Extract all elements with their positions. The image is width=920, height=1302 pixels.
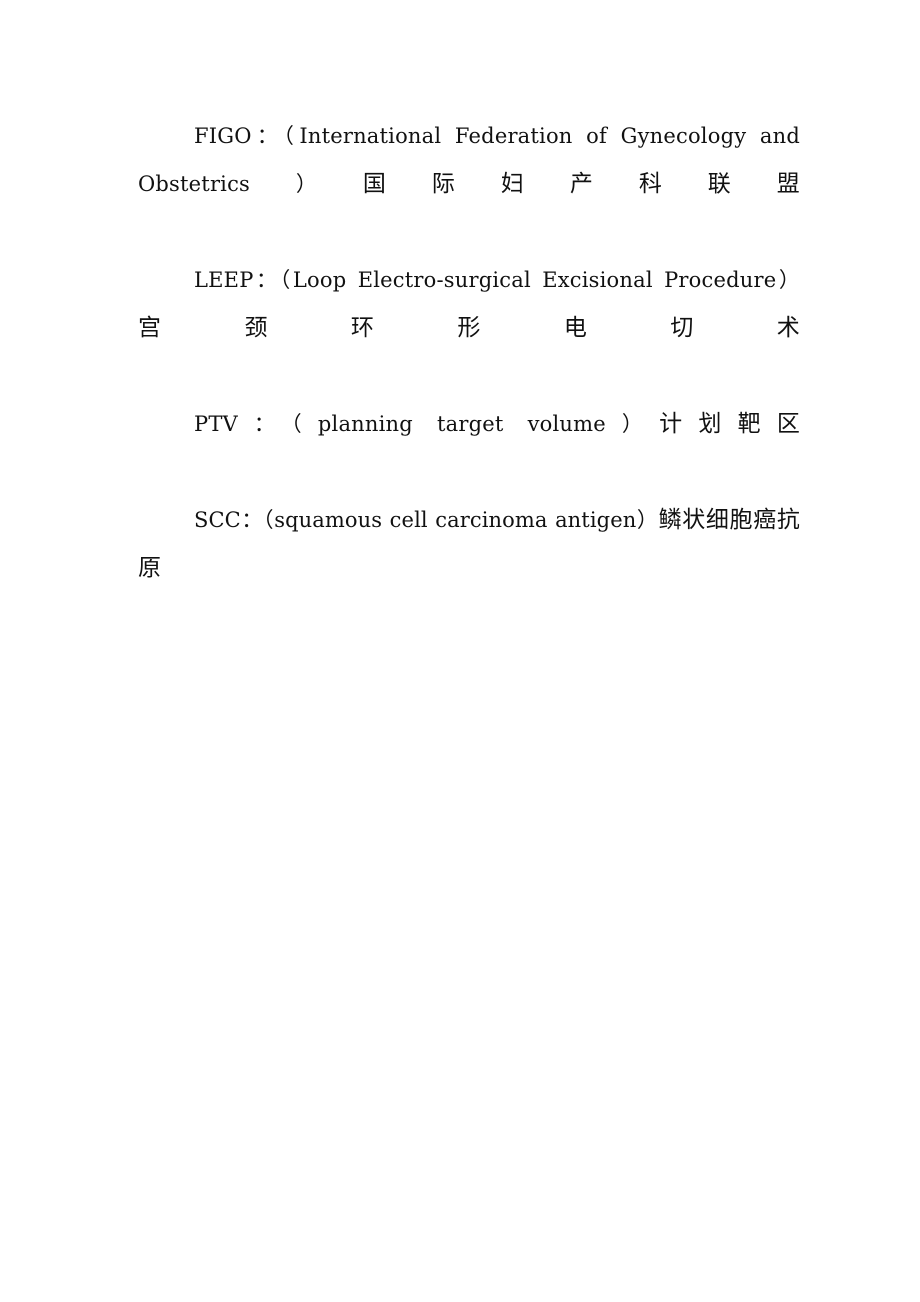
abbreviation-term: PTV [194,412,238,436]
close-paren-punctuation: ） [636,508,659,532]
close-paren-punctuation: ） [250,172,363,196]
open-paren-punctuation: （ [279,268,293,292]
abbreviation-translation: 宫颈环形电切术 [138,315,800,341]
abbreviation-entry-figo: FIGO：（International Federation of Gyneco… [138,112,800,256]
close-paren-punctuation: ） [776,268,801,292]
abbreviation-expansion: planning target volume [317,412,606,436]
colon-punctuation: ： [253,268,280,292]
colon-punctuation: ： [240,508,264,532]
abbreviation-entry-ptv: PTV：（planning target volume）计划靶区 [138,400,800,496]
close-paren-punctuation: ） [605,412,660,436]
abbreviation-term: SCC [194,508,241,532]
abbreviation-term: LEEP [194,268,254,292]
colon-punctuation: ： [237,412,292,436]
abbreviation-expansion: squamous cell carcinoma antigen [274,508,637,532]
colon-punctuation: ： [251,124,284,148]
abbreviation-term: FIGO [194,124,252,148]
abbreviation-translation: 计划靶区 [659,411,801,437]
abbreviation-list: FIGO：（International Federation of Gyneco… [138,112,800,640]
abbreviation-translation: 国际妇产科联盟 [362,171,801,197]
document-page: FIGO：（International Federation of Gyneco… [0,0,920,1302]
abbreviation-entry-leep: LEEP：（Loop Electro-surgical Excisional P… [138,256,800,400]
open-paren-punctuation: （ [291,412,318,436]
abbreviation-expansion: Loop Electro-surgical Excisional Procedu… [292,268,777,292]
open-paren-punctuation: （ [283,124,300,148]
abbreviation-entry-scc: SCC：（squamous cell carcinoma antigen）鳞状细… [138,496,800,640]
open-paren-punctuation: （ [263,508,275,532]
